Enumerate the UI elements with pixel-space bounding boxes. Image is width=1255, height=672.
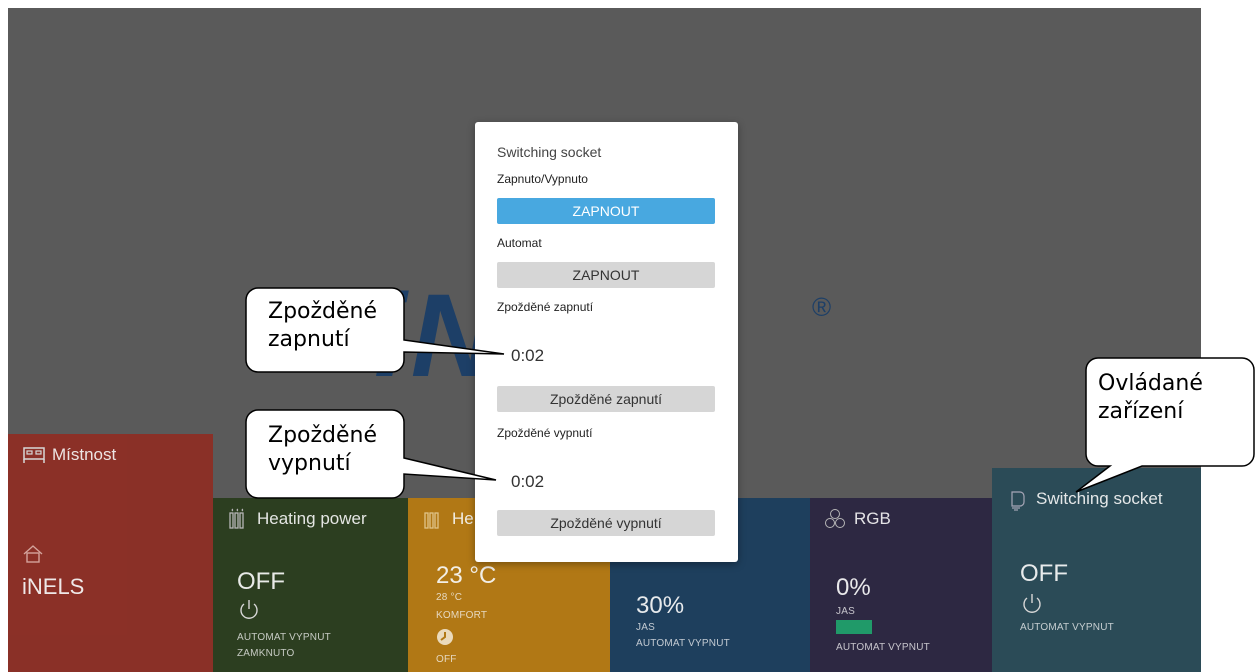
tile-heating-state: OFF bbox=[436, 654, 457, 665]
bed-icon bbox=[22, 444, 45, 466]
rgb-color-swatch[interactable] bbox=[836, 620, 872, 634]
tile-room[interactable]: Místnost iNELS bbox=[8, 434, 213, 672]
tile-room-name: iNELS bbox=[22, 574, 85, 599]
tile-heating-power-lock: ZAMKNUTO bbox=[237, 648, 295, 659]
tile-rgb-header: RGB bbox=[824, 508, 891, 530]
tile-rgb-label: RGB bbox=[854, 509, 891, 528]
tile-switching-socket-automat: AUTOMAT VYPNUT bbox=[1020, 622, 1114, 633]
tile-heating-header: He bbox=[422, 508, 474, 530]
tile-heating-power-automat: AUTOMAT VYPNUT bbox=[237, 632, 331, 643]
callout-device-text: Ovládané zařízení bbox=[1098, 370, 1203, 426]
socket-icon bbox=[1006, 488, 1028, 511]
automat-zapnout-button[interactable]: ZAPNOUT bbox=[497, 262, 715, 288]
power-icon[interactable] bbox=[237, 598, 261, 622]
tile-switching-socket[interactable]: Switching socket OFF AUTOMAT VYPNUT bbox=[992, 468, 1201, 672]
automat-label: Automat bbox=[497, 236, 542, 250]
delay-off-label: Zpožděné vypnutí bbox=[497, 426, 593, 440]
zapnout-button[interactable]: ZAPNOUT bbox=[497, 198, 715, 224]
tile-light-jas: JAS bbox=[636, 622, 655, 633]
tile-switching-socket-state: OFF bbox=[1020, 560, 1068, 587]
house-icon bbox=[22, 544, 44, 566]
callout-device-line1: Ovládané bbox=[1098, 371, 1203, 396]
callout-delay-on-text: Zpožděné zapnutí bbox=[268, 298, 377, 354]
tile-room-header: Místnost bbox=[22, 444, 116, 466]
tile-switching-socket-header: Switching socket bbox=[1006, 488, 1163, 511]
callout-delay-on-line1: Zpožděné bbox=[268, 299, 378, 324]
clock-icon[interactable] bbox=[436, 628, 454, 646]
radiator-icon bbox=[227, 508, 249, 530]
callout-delay-off-text: Zpožděné vypnutí bbox=[268, 422, 377, 478]
tile-light-value: 30% bbox=[636, 592, 685, 619]
tile-rgb-value: 0% bbox=[836, 574, 871, 601]
delay-on-time[interactable]: 0:02 bbox=[511, 346, 544, 366]
tile-rgb-automat: AUTOMAT VYPNUT bbox=[836, 642, 930, 653]
tile-heating-set-temp: 28 °C bbox=[436, 592, 463, 603]
power-icon[interactable] bbox=[1020, 592, 1044, 616]
callout-delay-off-line2: vypnutí bbox=[268, 451, 351, 476]
delay-on-label: Zpožděné zapnutí bbox=[497, 300, 594, 314]
dialog-title: Switching socket bbox=[497, 144, 602, 160]
rgb-icon bbox=[824, 508, 846, 530]
tile-rgb[interactable]: RGB 0% JAS AUTOMAT VYPNUT bbox=[810, 498, 992, 672]
onoff-label: Zapnuto/Vypnuto bbox=[497, 172, 588, 186]
tile-heating-temp: 23 °C bbox=[436, 562, 497, 589]
logo-registered-mark: ® bbox=[812, 292, 832, 322]
radiator-icon bbox=[422, 508, 444, 530]
callout-delay-on-line2: zapnutí bbox=[268, 327, 350, 352]
tile-heating-power-state: OFF bbox=[237, 568, 285, 595]
tile-rgb-jas: JAS bbox=[836, 606, 855, 617]
delay-on-button[interactable]: Zpožděné zapnutí bbox=[497, 386, 715, 412]
tile-heating-power-label: Heating power bbox=[257, 509, 367, 528]
tile-room-label: Místnost bbox=[52, 445, 117, 464]
tile-light-automat: AUTOMAT VYPNUT bbox=[636, 638, 730, 649]
delay-off-time[interactable]: 0:02 bbox=[511, 472, 544, 492]
switching-socket-dialog: Switching socket Zapnuto/Vypnuto ZAPNOUT… bbox=[475, 122, 738, 562]
callout-device-line2: zařízení bbox=[1098, 399, 1184, 424]
tile-heating-mode: KOMFORT bbox=[436, 610, 488, 621]
tile-heating-label: He bbox=[452, 509, 474, 528]
tile-heating-power[interactable]: Heating power OFF AUTOMAT VYPNUT ZAMKNUT… bbox=[213, 498, 408, 672]
tile-switching-socket-label: Switching socket bbox=[1036, 489, 1163, 508]
delay-off-button[interactable]: Zpožděné vypnutí bbox=[497, 510, 715, 536]
callout-delay-off-line1: Zpožděné bbox=[268, 423, 378, 448]
tile-heating-power-header: Heating power bbox=[227, 508, 367, 530]
